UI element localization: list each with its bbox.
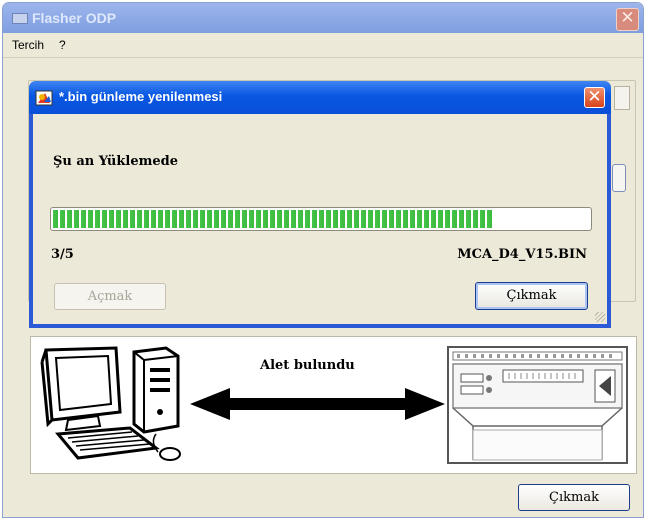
- dialog-close-button[interactable]: ✕: [584, 87, 605, 108]
- update-dialog: *.bin günleme yenilenmesi ✕ Şu an Yüklem…: [29, 81, 611, 328]
- menu-bar: Tercih ?: [3, 33, 643, 58]
- main-titlebar[interactable]: Flasher ODP ✕: [3, 3, 643, 33]
- dialog-title: *.bin günleme yenilenmesi: [59, 89, 223, 104]
- upload-progress-bar: [50, 207, 592, 231]
- device-found-label: Alet bulundu: [260, 358, 355, 373]
- computer-icon: [40, 346, 181, 461]
- dialog-titlebar[interactable]: *.bin günleme yenilenmesi ✕: [29, 81, 611, 114]
- background-button[interactable]: [614, 86, 630, 110]
- background-button-2[interactable]: [612, 164, 626, 192]
- upload-progress-fill: [53, 210, 493, 228]
- dialog-exit-button[interactable]: Çıkmak: [475, 282, 588, 310]
- file-count-label: 3/5: [51, 247, 74, 262]
- current-file-label: MCA_D4_V15.BIN: [457, 247, 587, 262]
- main-close-button[interactable]: ✕: [616, 8, 639, 31]
- main-exit-button[interactable]: Çıkmak: [518, 484, 630, 511]
- menu-item-help[interactable]: ?: [59, 38, 66, 52]
- resize-grip-icon[interactable]: [595, 312, 605, 322]
- dialog-body: Şu an Yüklemede 3/5 MCA_D4_V15.BIN Açmak…: [33, 114, 607, 324]
- open-button[interactable]: Açmak: [54, 283, 166, 310]
- double-arrow-icon: [190, 388, 445, 420]
- device-icon: [447, 346, 628, 464]
- update-icon: [35, 90, 53, 106]
- main-window-title: Flasher ODP: [32, 10, 117, 26]
- menu-item-tercih[interactable]: Tercih: [12, 38, 44, 52]
- upload-status-label: Şu an Yüklemede: [53, 154, 178, 169]
- app-icon: [12, 13, 28, 24]
